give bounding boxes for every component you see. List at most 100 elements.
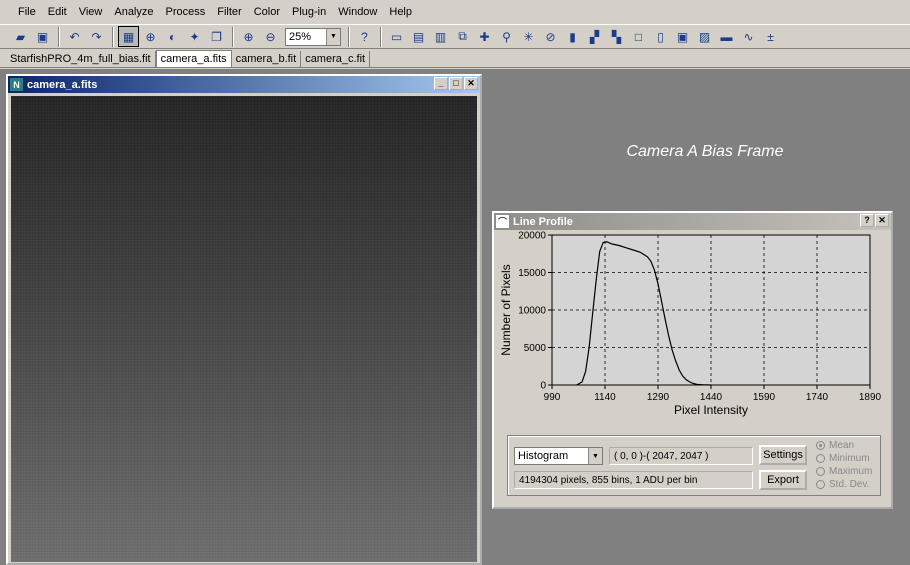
no-sign-icon[interactable]: ⊘ xyxy=(540,26,561,47)
y-tick-label: 20000 xyxy=(518,231,546,242)
pipette-icon[interactable]: ⚲ xyxy=(496,26,517,47)
mode-select[interactable]: Histogram ▼ xyxy=(514,447,603,465)
toolbar-separator xyxy=(348,26,350,47)
toolbar-separator xyxy=(380,26,382,47)
radio-minimum[interactable]: Minimum xyxy=(816,453,870,464)
graph-box-icon[interactable]: ▨ xyxy=(694,26,715,47)
image-view-icon[interactable]: ▦ xyxy=(118,26,139,47)
chevron-down-icon: ▼ xyxy=(326,28,340,45)
export-button[interactable]: Export xyxy=(759,470,807,490)
align-icon[interactable]: ▥ xyxy=(430,26,451,47)
info-field: 4194304 pixels, 855 bins, 1 ADU per bin xyxy=(514,471,753,489)
menu-plugin[interactable]: Plug-in xyxy=(286,1,332,23)
tab-camera-c-fit[interactable]: camera_c.fit xyxy=(301,50,371,67)
menu-color[interactable]: Color xyxy=(248,1,286,23)
radio-label: Std. Dev. xyxy=(829,479,870,490)
radio-mean[interactable]: Mean xyxy=(816,440,854,451)
duplicate-icon[interactable]: ⧉ xyxy=(452,26,473,47)
mode-select-value: Histogram xyxy=(518,450,569,462)
brightness-icon[interactable]: ✦ xyxy=(184,26,205,47)
frame-caption: Camera A Bias Frame xyxy=(626,143,784,160)
copy-window-icon[interactable]: ❐ xyxy=(206,26,227,47)
x-tick-label: 1440 xyxy=(700,392,723,403)
radio-dot xyxy=(816,467,825,476)
x-axis-label: Pixel Intensity xyxy=(674,403,748,417)
image-frame-icon[interactable]: ▣ xyxy=(672,26,693,47)
app-logo-icon: N xyxy=(10,78,23,91)
menu-view[interactable]: View xyxy=(73,1,109,23)
line-profile-icon: ⌒ xyxy=(496,215,509,228)
toolbar: ▰ ▣ ↶ ↷ ▦ ⊕ ◐ ✦ ❐ ⊕ ⊖ 25% ▼? ▭ ▤ ▥ ⧉ ✚ ⚲ ✳ ⊘ ▮ ▞ ▚ □ ▯ ▣ ▨ ▬ ∿ ± xyxy=(0,24,910,49)
crosshair-icon[interactable]: ⊕ xyxy=(140,26,161,47)
zoom-in-icon[interactable]: ⊕ xyxy=(238,26,259,47)
redo-icon[interactable]: ↷ xyxy=(86,26,107,47)
line-profile-controls: Histogram ▼ ( 0, 0 )-( 2047, 2047 ) 4194… xyxy=(507,435,881,496)
zoom-select[interactable]: 25% ▼ xyxy=(285,27,341,46)
menu-edit[interactable]: Edit xyxy=(42,1,73,23)
curve-icon[interactable]: ∿ xyxy=(738,26,759,47)
histogram-chart: 990 1140 1290 1440 1590 1740 1890 0 5000 10000 150… xyxy=(499,231,882,417)
y-axis-label: Number of Pixels xyxy=(499,264,513,355)
x-tick-label: 990 xyxy=(544,392,561,403)
menu-window[interactable]: Window xyxy=(332,1,383,23)
undo-icon[interactable]: ↶ xyxy=(64,26,85,47)
menu-analyze[interactable]: Analyze xyxy=(108,1,159,23)
mark-star-icon[interactable]: ✳ xyxy=(518,26,539,47)
help-button[interactable]: ? xyxy=(860,214,874,227)
radio-dot xyxy=(816,441,825,450)
menu-file[interactable]: File xyxy=(12,1,42,23)
settings-button[interactable]: Settings xyxy=(759,445,807,465)
ruler-icon[interactable]: ▭ xyxy=(386,26,407,47)
radio-label: Mean xyxy=(829,440,855,451)
panel-icon[interactable]: ▯ xyxy=(650,26,671,47)
image-window-titlebar[interactable]: N camera_a.fits _ □ ✕ xyxy=(8,76,480,93)
zoom-select-value: 25% xyxy=(289,30,312,43)
maximize-button[interactable]: □ xyxy=(449,77,463,90)
move-blocks-icon[interactable]: ▞ xyxy=(584,26,605,47)
zoom-out-icon[interactable]: ⊖ xyxy=(260,26,281,47)
menu-filter[interactable]: Filter xyxy=(211,1,247,23)
radio-label: Maximum xyxy=(829,466,873,477)
square-icon[interactable]: □ xyxy=(628,26,649,47)
x-tick-label: 1290 xyxy=(647,392,670,403)
line-profile-titlebar[interactable]: ⌒ Line Profile ? ✕ xyxy=(494,213,891,230)
line-profile-window[interactable]: ⌒ Line Profile ? ✕ 990 1140 1290 1440 1590 17… xyxy=(492,211,893,509)
y-tick-label: 0 xyxy=(540,381,546,392)
x-tick-label: 1590 xyxy=(753,392,776,403)
workspace: N camera_a.fits _ □ ✕ Camera A Bias Fram… xyxy=(0,69,910,565)
x-tick-label: 1890 xyxy=(859,392,882,403)
flip-icon[interactable]: ◐ xyxy=(162,26,183,47)
tab-camera-a-fits[interactable]: camera_a.fits xyxy=(155,50,232,67)
line-profile-close-button[interactable]: ✕ xyxy=(875,214,889,227)
shift-blocks-icon[interactable]: ▚ xyxy=(606,26,627,47)
stack-icon[interactable]: ▤ xyxy=(408,26,429,47)
menu-process[interactable]: Process xyxy=(160,1,212,23)
image-canvas[interactable] xyxy=(11,96,477,562)
minimize-button[interactable]: _ xyxy=(434,77,448,90)
scale-bar-icon[interactable]: ▬ xyxy=(716,26,737,47)
x-tick-label: 1140 xyxy=(594,392,616,403)
tab-camera-b-fit[interactable]: camera_b.fit xyxy=(232,50,302,67)
document-tabs: StarfishPRO_4m_full_bias.fit camera_a.fit… xyxy=(0,50,910,68)
math-icon[interactable]: ± xyxy=(760,26,781,47)
radio-dot xyxy=(816,480,825,489)
x-tick-label: 1740 xyxy=(806,392,829,403)
toolbar-separator xyxy=(112,26,114,47)
image-window-title: camera_a.fits xyxy=(27,78,98,91)
menu-help[interactable]: Help xyxy=(383,1,418,23)
image-window[interactable]: N camera_a.fits _ □ ✕ xyxy=(6,74,482,565)
save-icon[interactable]: ▣ xyxy=(32,26,53,47)
radio-maximum[interactable]: Maximum xyxy=(816,466,872,477)
tab-starfishpro-4m-full-bias-fit[interactable]: StarfishPRO_4m_full_bias.fit xyxy=(6,50,156,67)
open-folder-icon[interactable]: ▰ xyxy=(10,26,31,47)
bar-chart-icon[interactable]: ▮ xyxy=(562,26,583,47)
radio-std-dev-[interactable]: Std. Dev. xyxy=(816,479,869,490)
toolbar-separator xyxy=(232,26,234,47)
chevron-down-icon: ▼ xyxy=(588,448,602,464)
crosshair-plus-icon[interactable]: ✚ xyxy=(474,26,495,47)
y-tick-label: 10000 xyxy=(518,306,546,317)
close-button[interactable]: ✕ xyxy=(464,77,478,90)
y-tick-label: 15000 xyxy=(518,268,546,279)
menu-bar: File Edit View Analyze Process Filter Color Plu… xyxy=(0,0,910,24)
help-pointer-icon[interactable]: ? xyxy=(354,26,375,47)
